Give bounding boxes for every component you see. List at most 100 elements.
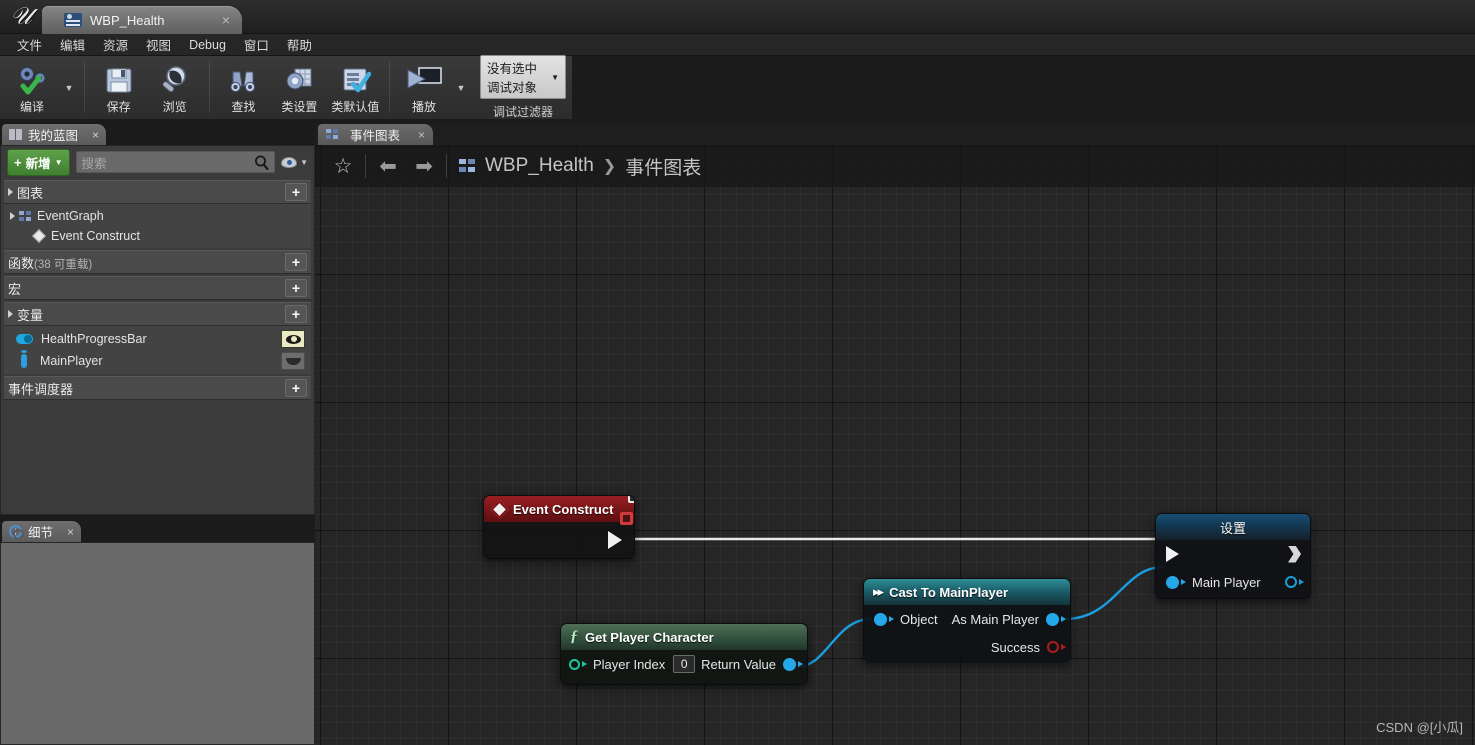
tab-details[interactable]: i 细节 × — [2, 521, 82, 542]
section-header-event-dispatchers[interactable]: 事件调度器 + — [4, 376, 311, 400]
expand-triangle-icon — [8, 310, 13, 318]
node-event-construct[interactable]: Event Construct ⚡ — [483, 495, 635, 559]
eye-visible-icon[interactable] — [281, 330, 305, 348]
tab-my-blueprint[interactable]: 我的蓝图 × — [2, 124, 107, 145]
node-set-title: 设置 — [1219, 520, 1246, 536]
player-index-input-pin[interactable] — [569, 658, 580, 670]
save-icon — [104, 63, 134, 97]
return-value-output-pin[interactable] — [783, 657, 796, 671]
variable-row-mainplayer[interactable]: MainPlayer — [4, 350, 311, 372]
favorite-button[interactable]: ☆ — [325, 149, 361, 183]
node-set-main-player[interactable]: 设置 Main Player — [1155, 513, 1311, 599]
node-get-player-character-title: Get Player Character — [585, 629, 714, 645]
toolbar-group-play: 播放 ▼ — [392, 56, 474, 119]
find-button[interactable]: 查找 — [215, 56, 271, 119]
variable-row-healthprogressbar[interactable]: HealthProgressBar — [4, 328, 311, 350]
debug-filter-group: 没有选中调试对象 ▼ 调试过滤器 — [474, 55, 572, 119]
main-player-input-pin[interactable] — [1166, 575, 1179, 589]
search-input[interactable]: 搜索 — [75, 151, 276, 173]
exec-output-pin[interactable] — [608, 531, 622, 549]
debug-filter-label: 调试过滤器 — [492, 105, 553, 119]
tab-event-graph[interactable]: 事件图表 × — [318, 124, 434, 145]
section-header-functions[interactable]: 函数(38 可重载) + — [4, 250, 311, 274]
menu-item-edit[interactable]: 编辑 — [51, 33, 94, 56]
my-blueprint-tabstrip: 我的蓝图 × — [0, 124, 315, 145]
node-event-construct-title: Event Construct — [513, 501, 614, 517]
exec-output-pin[interactable] — [1288, 545, 1301, 563]
browse-button[interactable]: 浏览 — [147, 56, 203, 119]
section-header-variables[interactable]: 变量 + — [4, 302, 311, 326]
pin-arrow-icon — [798, 661, 803, 667]
add-new-label: 新增 — [25, 156, 51, 171]
tree-item-event-construct-label: Event Construct — [51, 229, 140, 243]
eye-icon — [281, 156, 298, 168]
breadcrumb-current[interactable]: 事件图表 — [625, 153, 701, 180]
play-options-chevron-down-icon[interactable]: ▼ — [452, 56, 470, 119]
add-new-button[interactable]: + 新增 ▼ — [7, 148, 70, 176]
node-breakpoint-pin[interactable] — [620, 512, 633, 525]
class-settings-label: 类设置 — [281, 100, 318, 114]
save-button[interactable]: 保存 — [91, 56, 147, 119]
navigate-back-button[interactable]: ⬅ — [370, 149, 406, 183]
node-get-player-character[interactable]: ƒ Get Player Character Player Index 0 Re… — [560, 623, 808, 685]
watermark: CSDN @[小瓜] — [1376, 720, 1463, 735]
menu-item-assets[interactable]: 资源 — [94, 33, 137, 56]
close-icon[interactable]: × — [418, 128, 425, 142]
node-cast-to-mainplayer[interactable]: ▸▸ Cast To MainPlayer Object As Main Pla… — [863, 578, 1071, 662]
event-graph-icon — [326, 129, 339, 140]
pin-arrow-icon — [1181, 579, 1186, 585]
close-icon[interactable]: × — [92, 128, 99, 142]
play-button[interactable]: 播放 — [396, 56, 452, 119]
breadcrumb-root[interactable]: WBP_Health — [485, 155, 594, 177]
main-toolbar: 编译 ▼ 保存 浏览 查找 类设置 类默认值 播放 ▼ 没有选中调试对象 ▼ 调… — [0, 55, 573, 120]
add-function-button[interactable]: + — [285, 253, 307, 271]
main-player-output-pin[interactable] — [1285, 576, 1297, 588]
compile-options-chevron-down-icon[interactable]: ▼ — [60, 56, 78, 119]
navigate-forward-button[interactable]: ➡ — [406, 149, 442, 183]
breadcrumb: WBP_Health ❯ 事件图表 — [459, 153, 701, 180]
return-value-label: Return Value — [701, 656, 776, 672]
debug-object-dropdown[interactable]: 没有选中调试对象 ▼ — [480, 55, 566, 99]
document-tab-wbp-health[interactable]: WBP_Health × — [42, 6, 242, 34]
object-input-pin[interactable] — [874, 612, 887, 626]
save-label: 保存 — [106, 100, 131, 114]
add-variable-button[interactable]: + — [285, 305, 307, 323]
menu-item-window[interactable]: 窗口 — [235, 33, 278, 56]
menu-item-help[interactable]: 帮助 — [278, 33, 321, 56]
close-icon[interactable]: × — [67, 525, 74, 539]
binoculars-icon — [227, 63, 259, 97]
tab-details-label: 细节 — [28, 526, 54, 540]
blueprint-graph-canvas[interactable]: ☆ ⬅ ➡ WBP_Health ❯ 事件图表 Event Construct … — [315, 145, 1475, 745]
section-variables-label: 变量 — [17, 307, 44, 323]
as-main-player-output-pin[interactable] — [1046, 612, 1059, 626]
functions-title: 函数 — [8, 255, 35, 271]
tree-item-eventgraph[interactable]: EventGraph — [4, 206, 311, 226]
player-index-label: Player Index — [593, 656, 666, 672]
class-settings-button[interactable]: 类设置 — [271, 56, 327, 119]
event-node-icon — [490, 499, 509, 519]
player-index-value[interactable]: 0 — [673, 655, 696, 673]
toolbar-divider — [365, 154, 366, 178]
menu-item-view[interactable]: 视图 — [137, 33, 180, 56]
success-output-pin[interactable] — [1047, 641, 1059, 653]
book-icon — [9, 129, 22, 140]
tree-item-event-construct[interactable]: Event Construct — [4, 226, 311, 246]
add-graph-button[interactable]: + — [285, 183, 307, 201]
add-macro-button[interactable]: + — [285, 279, 307, 297]
exec-input-pin[interactable] — [1166, 546, 1179, 562]
menu-item-debug[interactable]: Debug — [180, 36, 235, 54]
add-event-dispatcher-button[interactable]: + — [285, 379, 307, 397]
eye-hidden-icon[interactable] — [281, 352, 305, 370]
close-icon[interactable]: × — [218, 12, 234, 28]
section-graphs-label: 图表 — [17, 185, 44, 201]
node-set-header: 设置 — [1156, 514, 1310, 540]
menu-item-file[interactable]: 文件 — [8, 33, 51, 56]
toolbar-group-compile: 编译 ▼ — [0, 56, 82, 119]
cast-arrow-icon: ▸▸ — [873, 584, 884, 599]
play-icon — [405, 63, 443, 97]
class-defaults-button[interactable]: 类默认值 — [327, 56, 383, 119]
section-header-graphs[interactable]: 图表 + — [4, 180, 311, 204]
section-header-macros[interactable]: 宏 + — [4, 276, 311, 300]
visibility-options[interactable]: ▼ — [281, 156, 308, 168]
compile-button[interactable]: 编译 — [4, 56, 60, 119]
